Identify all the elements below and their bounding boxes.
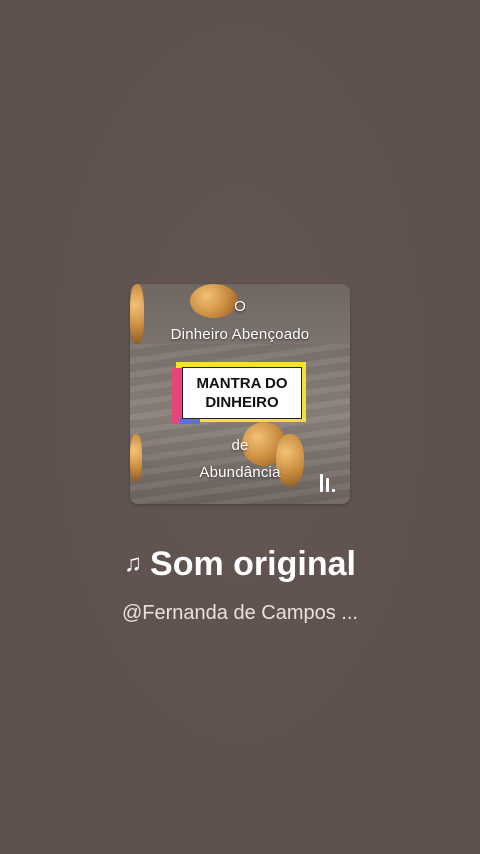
music-note-icon: ♫ [124,550,143,577]
equalizer-bars-icon [318,474,338,492]
sound-title: Som original [150,545,356,583]
cover-text-line1: O [234,298,246,315]
cover-text-line2: Dinheiro Abençoado [170,326,310,343]
cover-text-line3: de [231,437,249,454]
album-cover[interactable]: O Dinheiro Abençoado MANTRA DO DINHEIRO d… [130,284,350,504]
badge-pink-bar [172,368,182,424]
cover-badge: MANTRA DO DINHEIRO [172,362,306,426]
sound-title-row[interactable]: ♫ Som original [0,542,480,586]
badge-label: MANTRA DO DINHEIRO [182,367,302,419]
sound-author[interactable]: @Fernanda de Campos ... [0,600,480,626]
cover-text-line4: Abundância [199,464,281,481]
